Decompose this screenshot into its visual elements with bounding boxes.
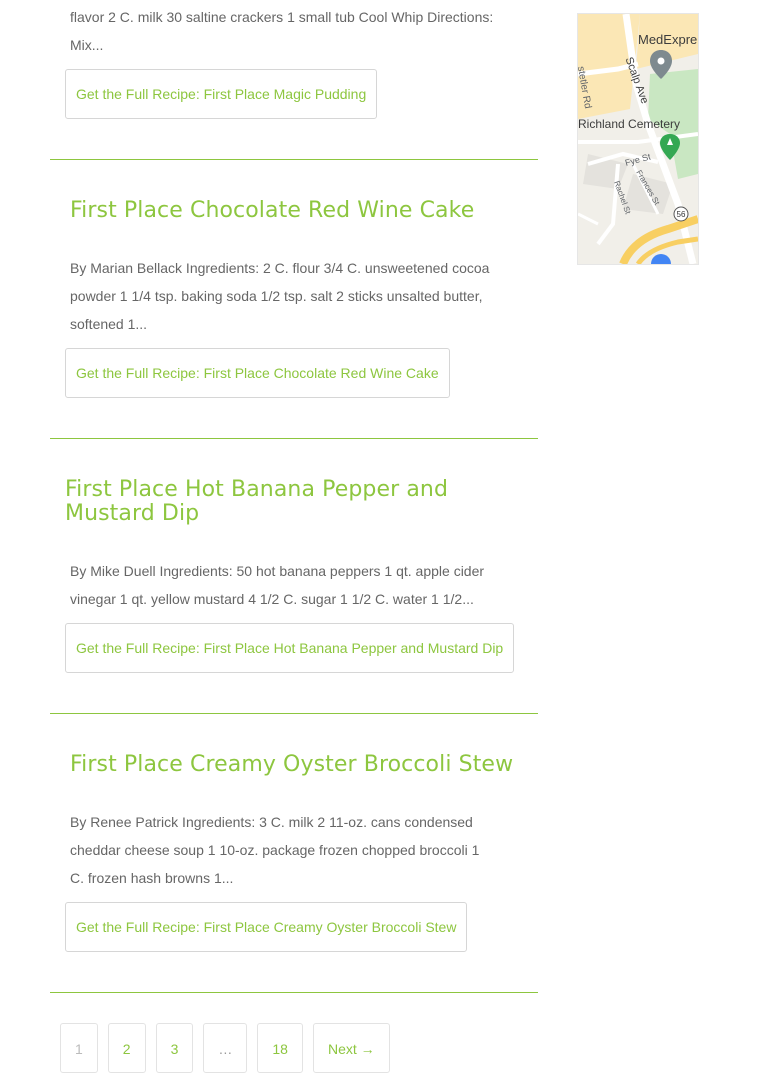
map-label-medexpress: MedExpre (638, 32, 697, 47)
next-page-link[interactable]: Next → (312, 1023, 390, 1073)
excerpt-line: softened 1... (70, 316, 148, 332)
full-recipe-link-chocolate-red-wine-cake[interactable]: Get the Full Recipe: First Place Chocola… (65, 348, 450, 398)
excerpt-line: C. frozen hash browns 1... (70, 870, 234, 886)
post-divider (50, 438, 538, 439)
post-excerpt: By Marian Bellack Ingredients: 2 C. flou… (50, 254, 538, 338)
post-excerpt: By Mike Duell Ingredients: 50 hot banana… (50, 557, 538, 613)
excerpt-line: vinegar 1 qt. yellow mustard 4 1/2 C. su… (70, 591, 474, 607)
post-title-hot-banana-pepper-dip[interactable]: First Place Hot Banana Pepper and Mustar… (65, 478, 535, 526)
map-label-cemetery: Richland Cemetery (578, 117, 680, 131)
post-divider (50, 713, 538, 714)
excerpt-line: flavor 2 C. milk 30 saltine crackers 1 s… (70, 9, 494, 25)
post-title-creamy-oyster-broccoli-stew[interactable]: First Place Creamy Oyster Broccoli Stew (70, 753, 513, 777)
page-18-link[interactable]: 18 (257, 1023, 303, 1073)
full-recipe-link-hot-banana-pepper-dip[interactable]: Get the Full Recipe: First Place Hot Ban… (65, 623, 515, 673)
page-ellipsis: … (203, 1023, 248, 1073)
route-number: 56 (677, 210, 686, 219)
post-excerpt: By Renee Patrick Ingredients: 3 C. milk … (50, 808, 538, 892)
excerpt-line: By Mike Duell Ingredients: 50 hot banana… (70, 563, 485, 579)
full-recipe-link-magic-pudding[interactable]: Get the Full Recipe: First Place Magic P… (65, 69, 378, 119)
map-canvas[interactable]: 56 MedExpre stetler Rd Scalp Ave Richlan… (578, 14, 698, 264)
excerpt-line: cheddar cheese soup 1 10-oz. package fro… (70, 842, 480, 858)
page-1-current: 1 (60, 1023, 98, 1073)
post-excerpt: flavor 2 C. milk 30 saltine crackers 1 s… (50, 3, 538, 59)
excerpt-line: By Renee Patrick Ingredients: 3 C. milk … (70, 814, 473, 830)
excerpt-line: powder 1 1/4 tsp. baking soda 1/2 tsp. s… (70, 288, 483, 304)
post-divider (50, 159, 538, 160)
pagination: 1 2 3 … 18 Next → (60, 1023, 390, 1073)
page-2-link[interactable]: 2 (107, 1023, 146, 1073)
map-widget[interactable]: 56 MedExpre stetler Rd Scalp Ave Richlan… (578, 14, 698, 264)
post-title-chocolate-red-wine-cake[interactable]: First Place Chocolate Red Wine Cake (70, 199, 474, 223)
post-divider (50, 992, 538, 993)
page-3-link[interactable]: 3 (155, 1023, 194, 1073)
full-recipe-link-creamy-oyster-broccoli-stew[interactable]: Get the Full Recipe: First Place Creamy … (65, 902, 468, 952)
excerpt-line: By Marian Bellack Ingredients: 2 C. flou… (70, 260, 490, 276)
excerpt-line: Mix... (70, 37, 104, 53)
